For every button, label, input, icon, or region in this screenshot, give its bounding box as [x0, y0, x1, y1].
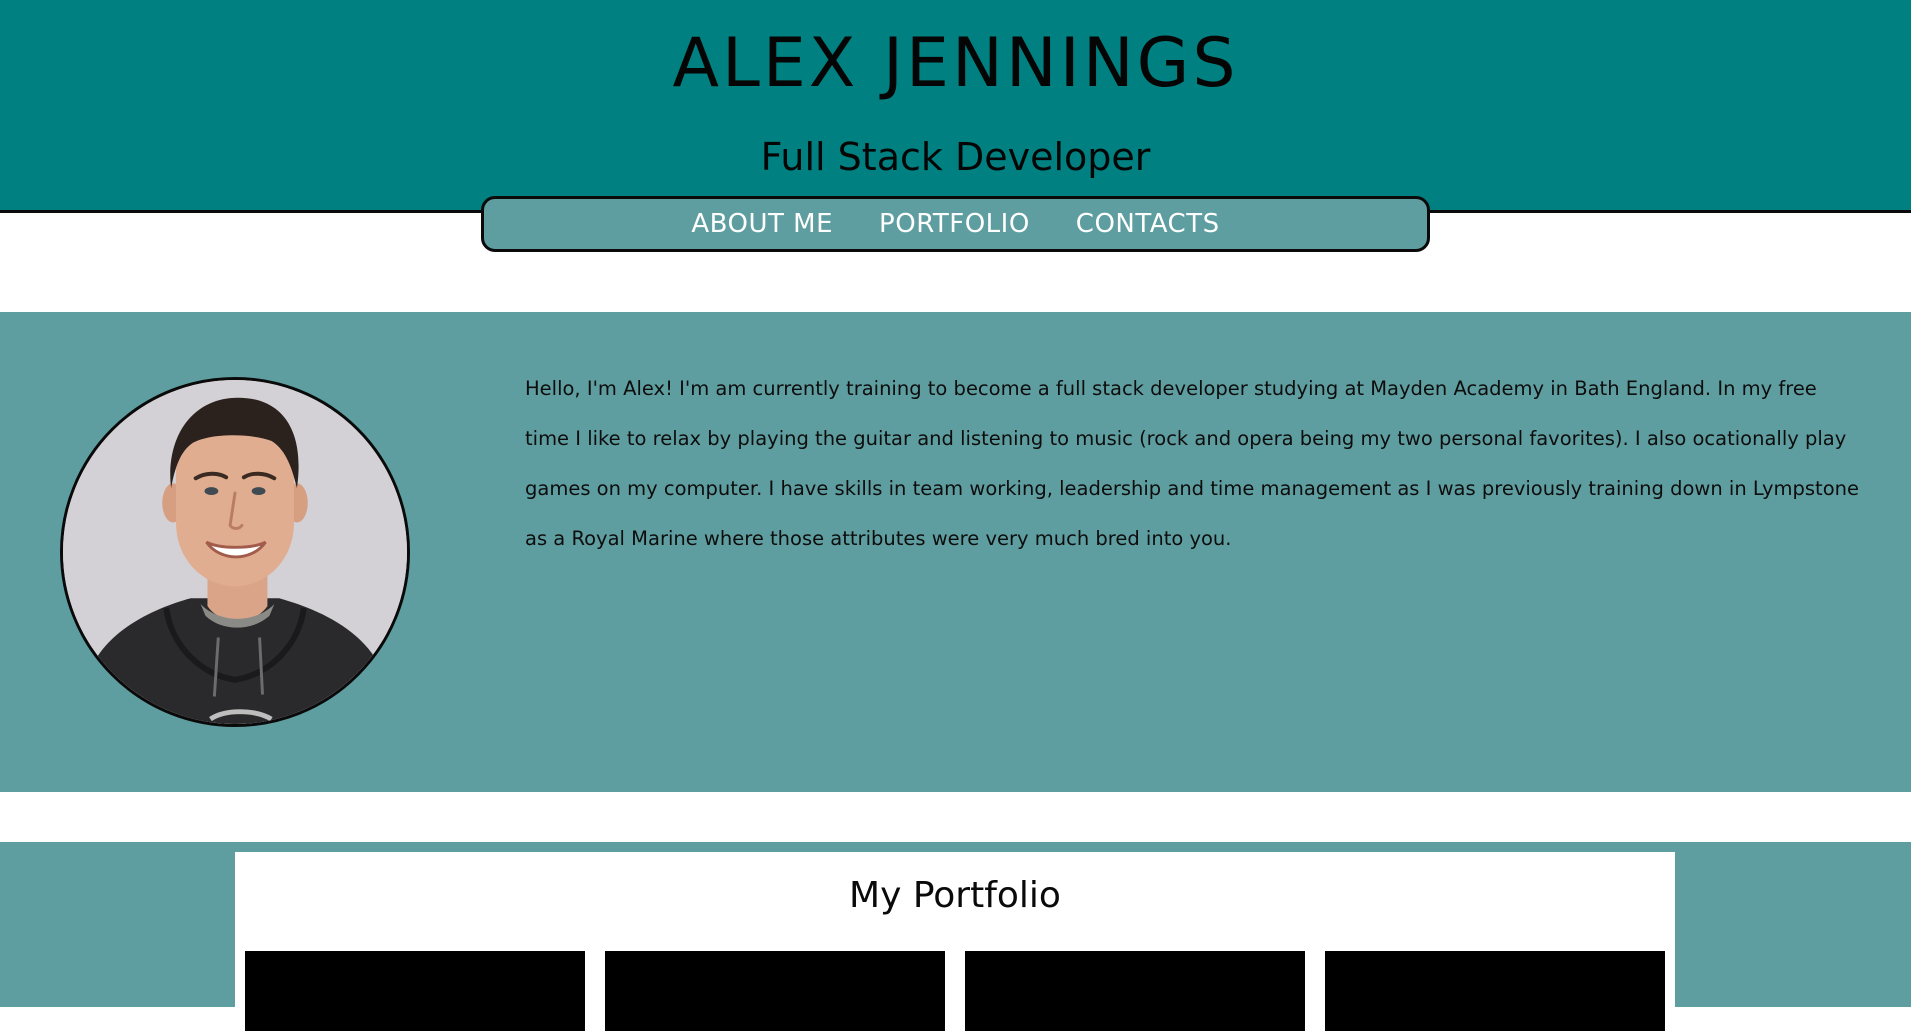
profile-photo	[63, 380, 407, 724]
portfolio-cards	[245, 951, 1665, 1031]
portfolio-title: My Portfolio	[849, 875, 1061, 916]
portfolio-card[interactable]	[965, 951, 1305, 1031]
site-header: ALEX JENNINGS Full Stack Developer	[0, 0, 1911, 213]
about-section: Hello, I'm Alex! I'm am currently traini…	[0, 312, 1911, 792]
nav-link-contacts[interactable]: CONTACTS	[1076, 209, 1220, 239]
portfolio-section: My Portfolio	[0, 842, 1911, 1031]
nav-link-about-me[interactable]: ABOUT ME	[691, 209, 833, 239]
nav-link-portfolio[interactable]: PORTFOLIO	[879, 209, 1030, 239]
portfolio-card[interactable]	[1325, 951, 1665, 1031]
site-title: ALEX JENNINGS	[672, 24, 1239, 103]
avatar	[60, 377, 410, 727]
portfolio-panel: My Portfolio	[235, 852, 1675, 1031]
portfolio-card[interactable]	[605, 951, 945, 1031]
main-nav: ABOUT ME PORTFOLIO CONTACTS	[481, 196, 1430, 252]
about-text: Hello, I'm Alex! I'm am currently traini…	[525, 377, 1859, 550]
site-subtitle: Full Stack Developer	[760, 135, 1151, 179]
portfolio-card[interactable]	[245, 951, 585, 1031]
